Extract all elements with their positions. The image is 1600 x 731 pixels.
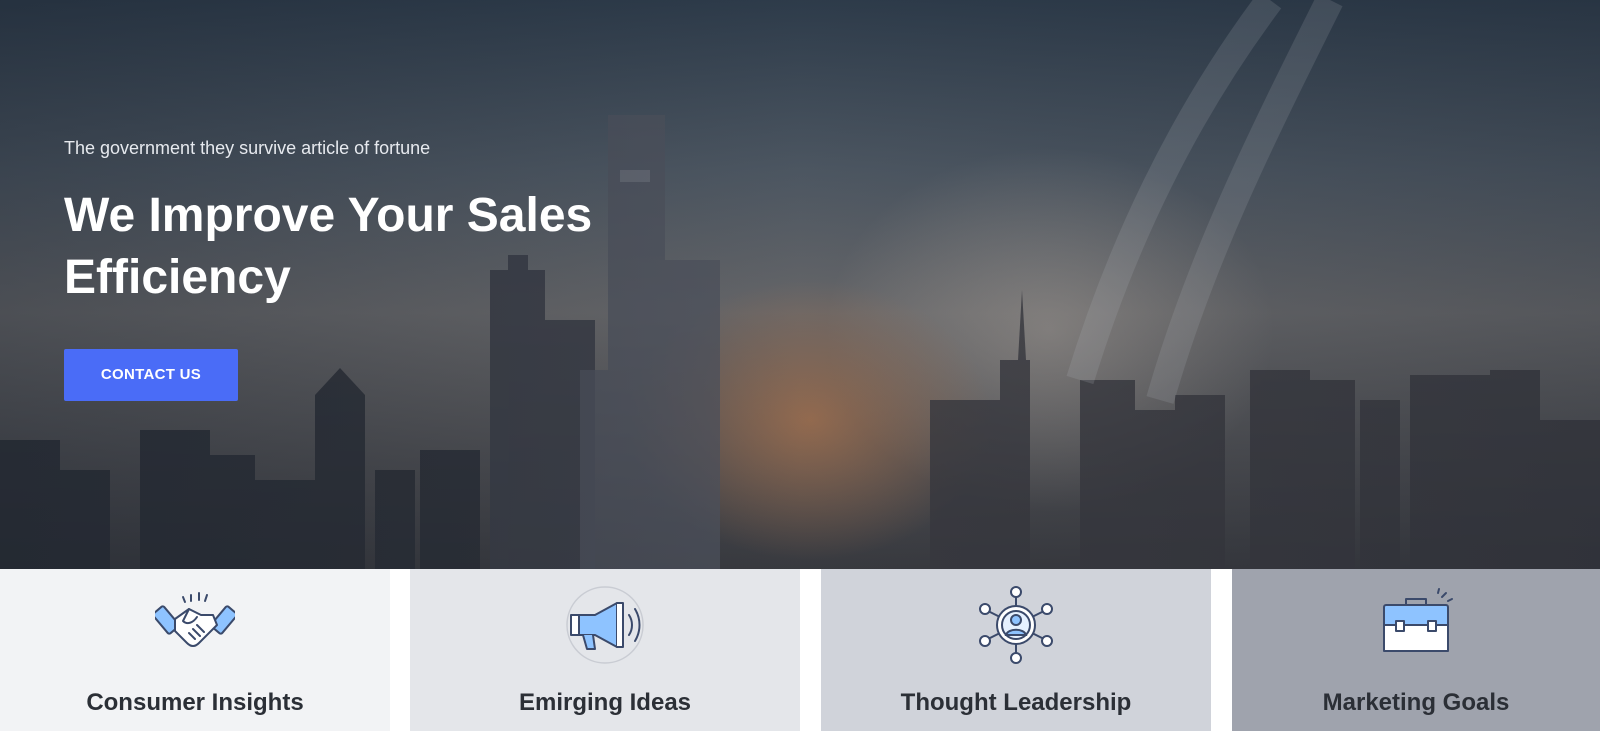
feature-title: Emirging Ideas <box>518 689 692 716</box>
hero-headline: We Improve Your Sales Efficiency <box>64 189 593 304</box>
hero-content: The government they survive article of f… <box>64 138 664 401</box>
feature-title: Marketing Goals <box>1322 689 1510 716</box>
feature-card-marketing-goals[interactable]: Marketing Goals <box>1232 569 1600 731</box>
feature-card-consumer-insights[interactable]: Consumer Insights <box>0 569 390 731</box>
megaphone-icon <box>566 586 644 664</box>
feature-card-thought-leadership[interactable]: Thought Leadership <box>821 569 1211 731</box>
hero-tagline: The government they survive article of f… <box>64 138 431 158</box>
features-strip: Consumer Insights Emirging Ideas Thought… <box>0 569 1600 731</box>
feature-card-emirging-ideas[interactable]: Emirging Ideas <box>410 569 800 731</box>
briefcase-icon <box>1383 588 1453 652</box>
network-user-icon <box>979 586 1053 664</box>
feature-title: Thought Leadership <box>900 689 1132 716</box>
feature-title: Consumer Insights <box>86 689 304 716</box>
hero-banner: The government they survive article of f… <box>0 0 1600 569</box>
contact-us-button[interactable]: CONTACT US <box>64 349 238 401</box>
handshake-icon <box>155 592 235 647</box>
